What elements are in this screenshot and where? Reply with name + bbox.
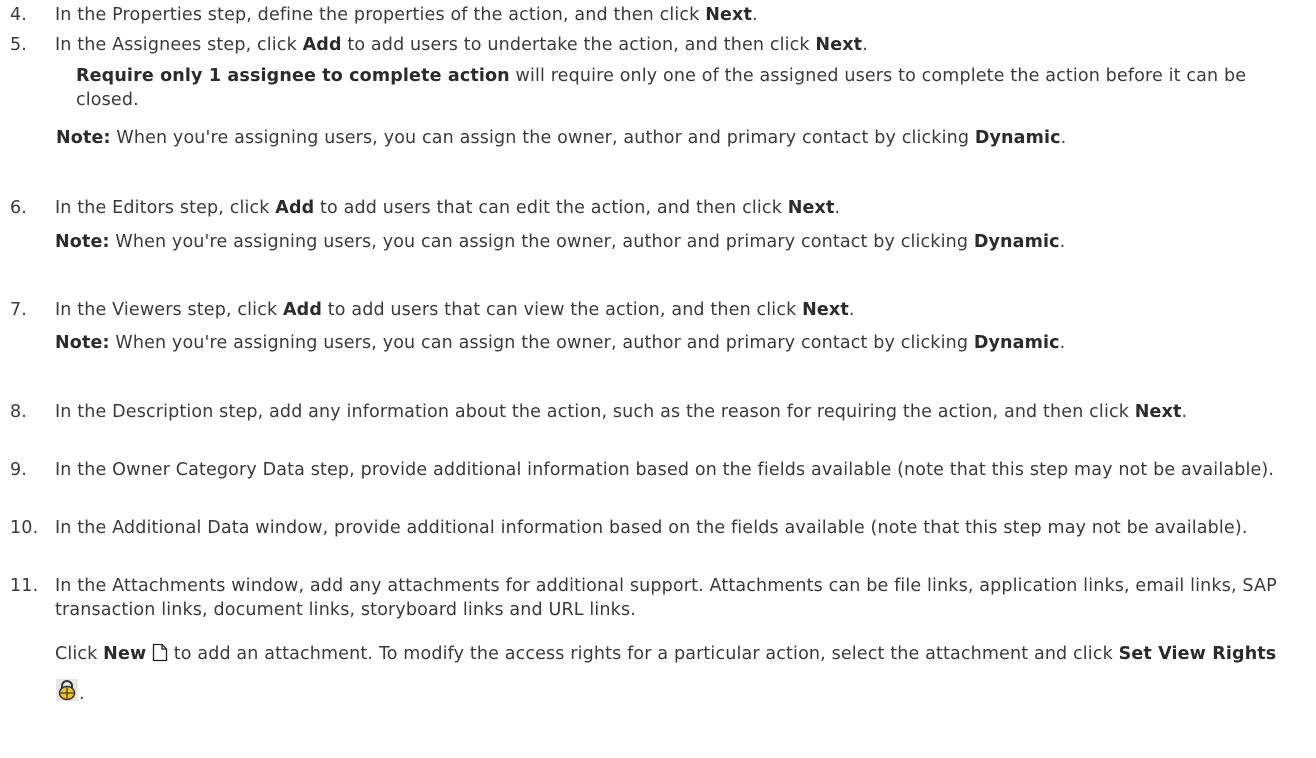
step-text: In the Attachments window, add any attac… bbox=[55, 576, 1277, 620]
text: to add an attachment. To modify the acce… bbox=[168, 644, 1119, 664]
step-number: 4. bbox=[10, 5, 27, 25]
text: . bbox=[79, 684, 85, 704]
add-label: Add bbox=[275, 198, 315, 218]
dynamic-label: Dynamic bbox=[974, 128, 1061, 148]
step-text: In the Owner Category Data step, provide… bbox=[55, 460, 1275, 480]
dynamic-label: Dynamic bbox=[973, 232, 1060, 252]
text: . bbox=[1059, 333, 1066, 353]
text: When you're assigning users, you can ass… bbox=[109, 333, 974, 353]
step-number: 9. bbox=[10, 460, 27, 480]
text: . bbox=[862, 35, 868, 55]
text: When you're assigning users, you can ass… bbox=[109, 232, 974, 252]
next-label: Next bbox=[802, 300, 849, 320]
new-document-icon bbox=[152, 639, 168, 676]
require-assignee-label: Require only 1 assignee to complete acti… bbox=[76, 66, 510, 86]
require-assignee-note: Require only 1 assignee to complete acti… bbox=[76, 64, 1298, 112]
next-label: Next bbox=[815, 35, 863, 55]
note-label: Note: bbox=[55, 232, 110, 252]
text: In the Properties step, define the prope… bbox=[55, 5, 706, 25]
add-label: Add bbox=[282, 300, 323, 320]
help-document: 4. In the Properties step, define the pr… bbox=[0, 0, 1316, 758]
step-text: In the Description step, add any informa… bbox=[55, 400, 1306, 424]
note-label: Note: bbox=[56, 128, 111, 148]
text: . bbox=[848, 300, 855, 320]
text: In the Editors step, click bbox=[55, 198, 276, 218]
next-label: Next bbox=[1134, 402, 1182, 422]
lock-icon bbox=[55, 678, 79, 716]
text: to add users to undertake the action, an… bbox=[341, 35, 816, 55]
note-label: Note: bbox=[55, 333, 110, 353]
text: . bbox=[751, 5, 758, 25]
text: In the Viewers step, click bbox=[55, 300, 283, 320]
next-label: Next bbox=[787, 198, 835, 218]
step-number: 5. bbox=[10, 35, 27, 55]
set-view-rights-label: Set View Rights bbox=[1118, 644, 1277, 664]
step-text: In the Editors step, click Add to add us… bbox=[55, 196, 1306, 220]
step-text: In the Additional Data window, provide a… bbox=[55, 518, 1248, 538]
new-label: New bbox=[103, 644, 147, 664]
step-number: 11. bbox=[10, 576, 39, 596]
text: . bbox=[834, 198, 841, 218]
step-number: 8. bbox=[10, 402, 27, 422]
text: . bbox=[1060, 128, 1067, 148]
text: When you're assigning users, you can ass… bbox=[110, 128, 975, 148]
dynamic-label: Dynamic bbox=[973, 333, 1060, 353]
text: . bbox=[1181, 402, 1188, 422]
note-editors: Note: When you're assigning users, you c… bbox=[55, 230, 1276, 254]
text: . bbox=[1059, 232, 1066, 252]
step-text: In the Viewers step, click Add to add us… bbox=[55, 298, 1306, 322]
text: In the Assignees step, click bbox=[55, 35, 303, 55]
add-label: Add bbox=[302, 35, 342, 55]
text: Click bbox=[55, 644, 104, 664]
text: to add users that can view the action, a… bbox=[322, 300, 803, 320]
step-number: 7. bbox=[10, 300, 27, 320]
next-label: Next bbox=[705, 5, 752, 25]
step-text: In the Assignees step, click Add to add … bbox=[55, 33, 1306, 57]
step-number: 6. bbox=[10, 198, 27, 218]
note-assignees: Note: When you're assigning users, you c… bbox=[56, 126, 1276, 150]
attachments-paragraph: Click New to add an attachment. To modif… bbox=[55, 636, 1298, 716]
step-number: 10. bbox=[10, 518, 39, 538]
step-text: In the Properties step, define the prope… bbox=[55, 3, 1306, 27]
text: to add users that can edit the action, a… bbox=[314, 198, 788, 218]
note-viewers: Note: When you're assigning users, you c… bbox=[55, 331, 1276, 355]
text: In the Description step, add any informa… bbox=[55, 402, 1135, 422]
